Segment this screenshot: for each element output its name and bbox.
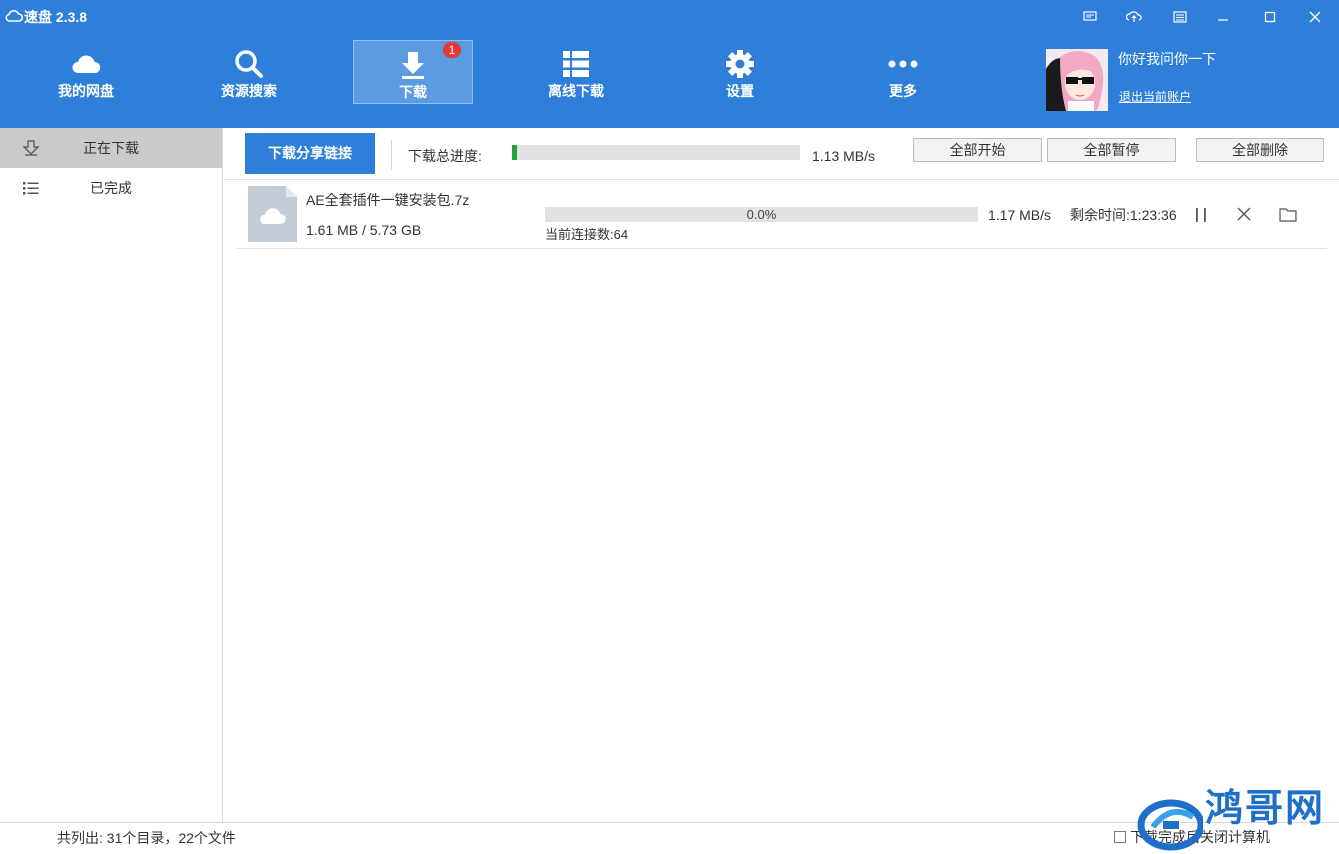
total-progress-bar [512,145,800,160]
feedback-icon[interactable] [1077,5,1103,29]
list-summary: 共列出: 31个目录，22个文件 [57,830,236,846]
close-icon[interactable] [1302,5,1328,29]
avatar[interactable] [1046,49,1108,111]
nav-label: 资源搜索 [221,83,277,99]
connection-count: 当前连接数:64 [545,227,629,242]
sidebar: 正在下载 已完成 [0,128,223,822]
download-share-link-button[interactable]: 下载分享链接 [245,133,375,174]
user-greeting: 你好我问你一下 [1118,51,1216,67]
remaining-time: 剩余时间:1:23:36 [1070,207,1177,223]
shutdown-checkbox[interactable] [1114,831,1126,843]
close-icon[interactable] [1236,206,1252,222]
nav-label: 设置 [726,83,754,99]
nav-my-disk[interactable]: 我的网盘 [26,40,146,104]
download-icon [397,50,429,80]
row-speed: 1.17 MB/s [988,207,1052,223]
sidebar-item-label: 正在下载 [83,140,139,156]
list-icon [560,49,592,79]
start-all-button[interactable]: 全部开始 [913,138,1042,162]
nav-label: 更多 [889,83,917,99]
total-progress-fill [512,145,517,160]
nav-label: 我的网盘 [58,83,114,99]
delete-all-button[interactable]: 全部删除 [1196,138,1324,162]
cloud-transfer-icon[interactable] [1121,5,1147,29]
download-count-badge: 1 [443,42,461,58]
app-header: 速盘 2.3.8 我的网盘 资源搜索 下载 1 离线下载 设置 更多 你好我问你… [0,0,1339,128]
nav-settings[interactable]: 设置 [680,40,800,104]
file-cloud-icon [248,186,297,242]
download-toolbar: 下载分享链接 下载总进度: 1.13 MB/s 全部开始 全部暂停 全部删除 [224,128,1339,180]
menu-icon[interactable] [1167,5,1193,29]
nav-label: 离线下载 [548,83,604,99]
file-name: AE全套插件一键安装包.7z [306,192,470,208]
sidebar-item-completed[interactable]: 已完成 [0,168,222,208]
nav-resource-search[interactable]: 资源搜索 [189,40,309,104]
nav-offline-download[interactable]: 离线下载 [516,40,636,104]
sidebar-item-label: 已完成 [90,180,132,196]
folder-icon[interactable] [1279,207,1297,222]
gear-icon [724,49,756,79]
nav-download[interactable]: 下载 1 [353,40,473,104]
watermark-logo: 鸿哥网 [1133,783,1339,854]
logout-link[interactable]: 退出当前账户 [1119,90,1191,104]
sidebar-item-downloading[interactable]: 正在下载 [0,128,222,168]
more-icon [887,49,919,79]
watermark-text: 鸿哥网 [1205,786,1326,830]
nav-more[interactable]: 更多 [843,40,963,104]
download-row[interactable]: AE全套插件一键安装包.7z 1.61 MB / 5.73 GB 0.0% 当前… [236,181,1327,249]
title-bar: 速盘 2.3.8 [0,0,1339,34]
app-title: 速盘 2.3.8 [24,9,88,25]
nav-label: 下载 [399,84,427,100]
minimize-icon[interactable] [1210,5,1236,29]
pause-icon[interactable] [1194,207,1208,223]
maximize-icon[interactable] [1257,5,1283,29]
search-icon [233,49,265,79]
total-progress-label: 下载总进度: [408,148,482,164]
app-logo-icon [5,10,23,22]
toolbar-divider [391,140,392,170]
watermark-swirl-icon [1137,799,1205,851]
cloud-icon [70,49,102,79]
file-size: 1.61 MB / 5.73 GB [306,222,422,238]
total-speed: 1.13 MB/s [812,148,876,164]
row-progress-text: 0.0% [746,207,777,222]
pause-all-button[interactable]: 全部暂停 [1047,138,1176,162]
